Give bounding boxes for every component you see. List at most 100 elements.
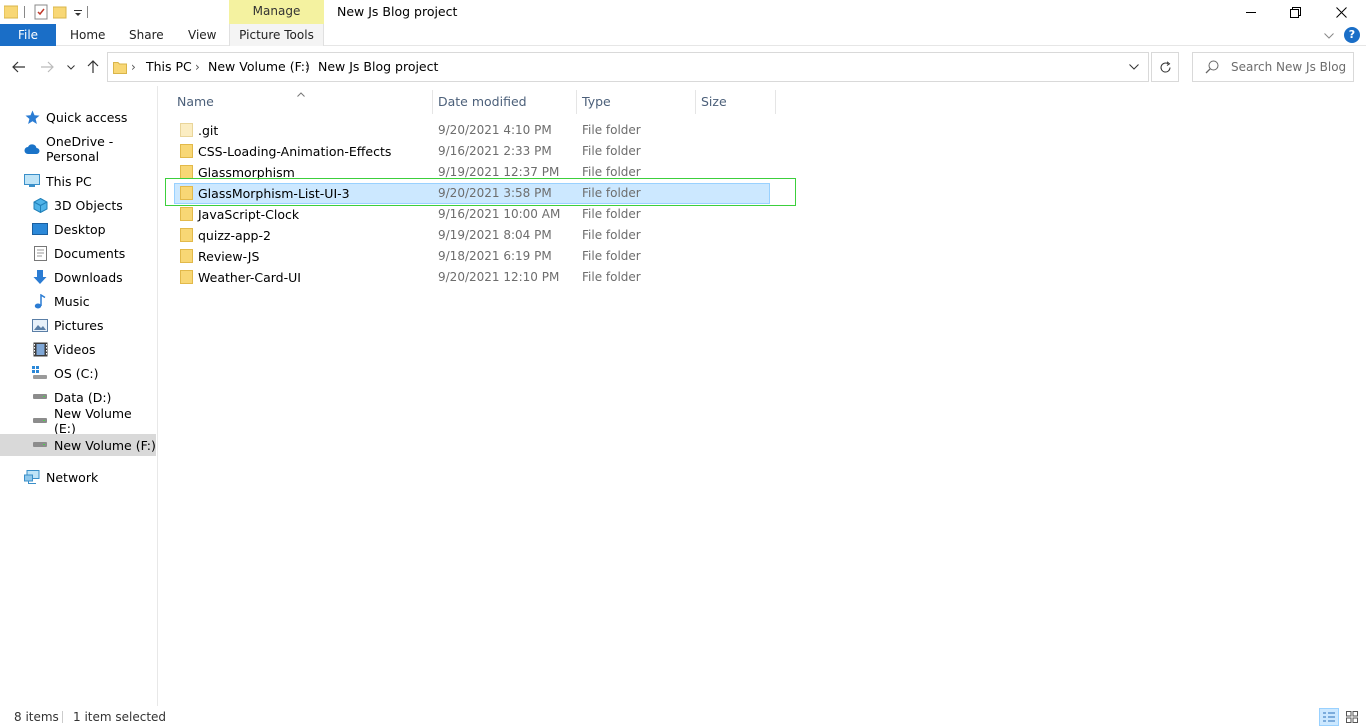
sidebar-item-new-volume-f[interactable]: New Volume (F:) [0, 434, 156, 456]
sidebar-item-quick-access[interactable]: Quick access [0, 106, 156, 128]
tab-home[interactable]: Home [70, 24, 105, 46]
tab-view[interactable]: View [188, 24, 216, 46]
table-row[interactable]: Review-JS 9/18/2021 6:19 PM File folder [174, 246, 770, 267]
table-row[interactable]: quizz-app-2 9/19/2021 8:04 PM File folde… [174, 225, 770, 246]
address-row: › This PC › New Volume (F:) › New Js Blo… [0, 48, 1366, 86]
up-button[interactable] [82, 56, 104, 78]
title-bar: Manage New Js Blog project [0, 0, 1366, 24]
window-title: New Js Blog project [337, 4, 458, 19]
breadcrumb-new-volume-f[interactable]: New Volume (F:) [208, 53, 310, 81]
manage-contextual-tab[interactable]: Manage [229, 0, 324, 24]
sidebar-item-desktop[interactable]: Desktop [0, 218, 156, 240]
breadcrumb-current-folder[interactable]: New Js Blog project [318, 53, 438, 81]
music-note-icon [32, 293, 48, 309]
ribbon-tabs: File Home Share View Picture Tools ? [0, 24, 1366, 46]
refresh-button[interactable] [1151, 52, 1179, 82]
close-button[interactable] [1318, 0, 1364, 24]
file-type: File folder [582, 207, 641, 221]
status-divider [62, 711, 63, 723]
chevron-right-icon[interactable]: › [305, 53, 310, 81]
breadcrumb-this-pc[interactable]: This PC [146, 53, 192, 81]
table-row[interactable]: JavaScript-Clock 9/16/2021 10:00 AM File… [174, 204, 770, 225]
search-input[interactable] [1231, 53, 1351, 81]
sidebar-item-label: This PC [46, 173, 92, 189]
tab-share[interactable]: Share [129, 24, 164, 46]
forward-button[interactable] [36, 56, 58, 78]
sidebar-item-onedrive[interactable]: OneDrive - Personal [0, 134, 156, 164]
table-row[interactable]: .git 9/20/2021 4:10 PM File folder [174, 120, 770, 141]
cube-icon [32, 197, 48, 213]
folder-icon [180, 249, 193, 266]
column-header-date-modified[interactable]: Date modified [433, 90, 527, 114]
tab-picture-tools[interactable]: Picture Tools [229, 24, 324, 46]
close-icon [1335, 6, 1347, 18]
file-date: 9/16/2021 2:33 PM [438, 144, 552, 158]
file-type: File folder [582, 186, 641, 200]
new-folder-icon[interactable] [52, 4, 69, 20]
column-header-name[interactable]: Name [172, 90, 214, 114]
item-count: 8 items [14, 710, 59, 724]
properties-icon[interactable] [33, 4, 49, 20]
sidebar-item-label: Music [54, 293, 90, 309]
file-date: 9/18/2021 6:19 PM [438, 249, 552, 263]
file-type: File folder [582, 144, 641, 158]
file-date: 9/20/2021 12:10 PM [438, 270, 560, 284]
file-name: Review-JS [198, 249, 260, 264]
recent-locations-button[interactable] [60, 56, 82, 78]
sidebar-item-network[interactable]: Network [0, 466, 156, 488]
column-header-size[interactable]: Size [696, 90, 727, 114]
details-view-button[interactable] [1319, 708, 1339, 726]
sidebar-item-data-d[interactable]: Data (D:) [0, 386, 156, 408]
sidebar-item-os-c[interactable]: OS (C:) [0, 362, 156, 384]
column-divider[interactable] [775, 90, 776, 114]
status-bar: 8 items 1 item selected [0, 706, 1366, 728]
file-list: Name Date modified Type Size .git 9/20/2… [159, 86, 1366, 706]
table-row-selected[interactable]: GlassMorphism-List-UI-3 9/20/2021 3:58 P… [174, 183, 770, 204]
network-icon [24, 469, 40, 485]
file-date: 9/19/2021 12:37 PM [438, 165, 560, 179]
customize-toolbar-icon[interactable] [73, 4, 83, 20]
address-dropdown-button[interactable] [1120, 53, 1148, 81]
restore-button[interactable] [1272, 0, 1318, 24]
sidebar-item-this-pc[interactable]: This PC [0, 170, 156, 192]
folder-icon [180, 228, 193, 245]
file-name: .git [198, 123, 219, 138]
toolbar-divider [24, 6, 25, 18]
folder-icon [113, 60, 127, 77]
picture-icon [32, 317, 48, 333]
table-row[interactable]: Weather-Card-UI 9/20/2021 12:10 PM File … [174, 267, 770, 288]
chevron-down-icon [1129, 64, 1139, 70]
sidebar-item-music[interactable]: Music [0, 290, 156, 312]
sidebar-item-new-volume-e[interactable]: New Volume (E:) [0, 406, 156, 436]
large-icons-view-button[interactable] [1342, 708, 1362, 726]
minimize-button[interactable] [1228, 0, 1274, 24]
sidebar-item-3d-objects[interactable]: 3D Objects [0, 194, 156, 216]
chevron-right-icon[interactable]: › [195, 53, 200, 81]
search-box[interactable] [1192, 52, 1354, 82]
sidebar-item-label: Quick access [46, 109, 128, 125]
help-icon[interactable]: ? [1344, 27, 1360, 43]
sidebar-item-downloads[interactable]: Downloads [0, 266, 156, 288]
toolbar-divider [87, 6, 88, 18]
file-name: Weather-Card-UI [198, 270, 301, 285]
tab-file[interactable]: File [0, 24, 56, 46]
sidebar-item-pictures[interactable]: Pictures [0, 314, 156, 336]
back-button[interactable] [8, 56, 30, 78]
address-bar[interactable]: › This PC › New Volume (F:) › New Js Blo… [107, 52, 1149, 82]
desktop-icon [32, 221, 48, 237]
sidebar-item-videos[interactable]: Videos [0, 338, 156, 360]
chevron-right-icon[interactable]: › [131, 53, 136, 81]
folder-icon [3, 4, 20, 20]
folder-icon [180, 144, 193, 161]
sidebar-item-label: Pictures [54, 317, 104, 333]
table-row[interactable]: Glassmorphism 9/19/2021 12:37 PM File fo… [174, 162, 770, 183]
document-icon [32, 245, 48, 261]
folder-icon [180, 186, 193, 203]
sidebar-item-documents[interactable]: Documents [0, 242, 156, 264]
folder-icon [180, 123, 193, 140]
sidebar-item-label: Desktop [54, 221, 106, 237]
column-header-type[interactable]: Type [577, 90, 611, 114]
folder-icon [180, 270, 193, 287]
expand-ribbon-icon[interactable] [1324, 28, 1334, 42]
table-row[interactable]: CSS-Loading-Animation-Effects 9/16/2021 … [174, 141, 770, 162]
